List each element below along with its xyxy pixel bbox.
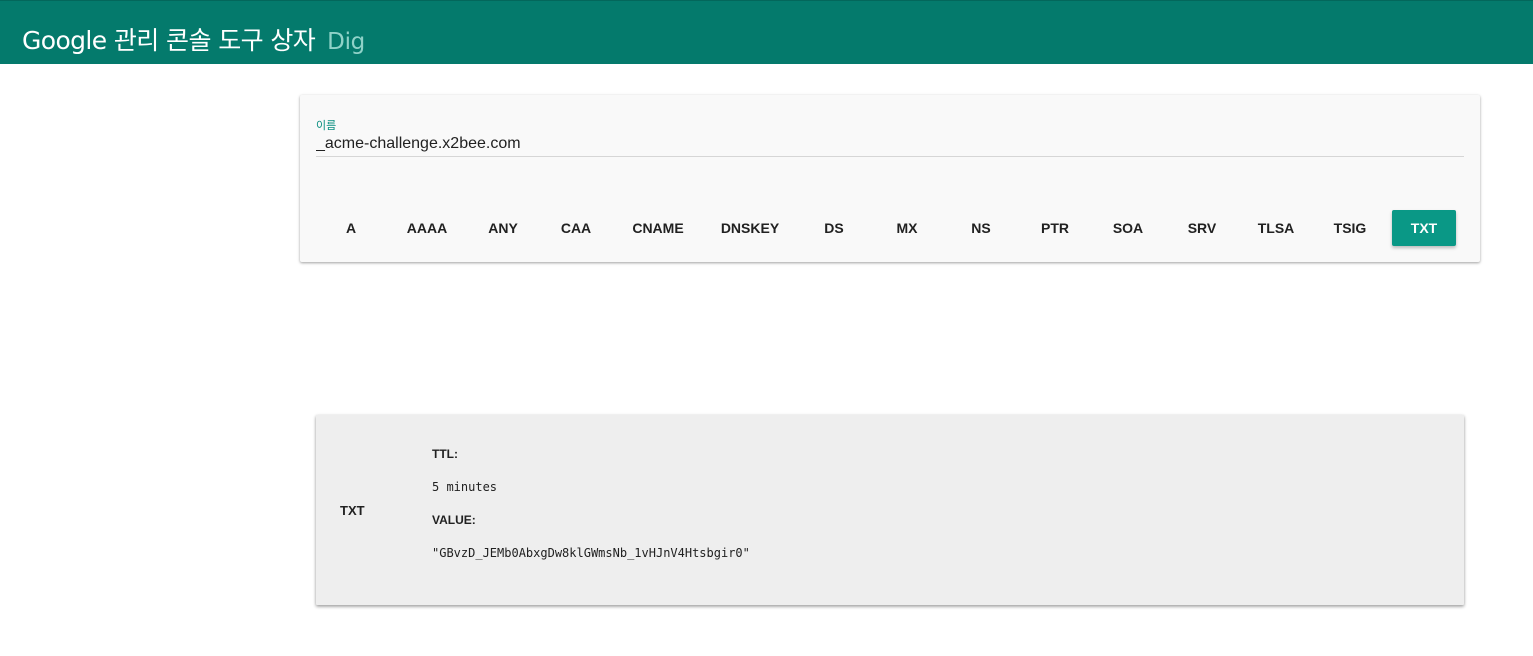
record-type-any-button[interactable]: ANY (468, 210, 538, 246)
result-record-type: TXT (340, 503, 365, 518)
record-type-buttons: A AAAA ANY CAA CNAME DNSKEY DS MX NS PTR… (300, 209, 1480, 247)
value-heading: VALUE: (432, 513, 476, 527)
record-type-caa-button[interactable]: CAA (542, 210, 610, 246)
record-type-txt-button[interactable]: TXT (1392, 210, 1456, 246)
record-type-mx-button[interactable]: MX (873, 210, 941, 246)
record-type-dnskey-button[interactable]: DNSKEY (706, 210, 794, 246)
result-card: TXT TTL: 5 minutes VALUE: "GBvzD_JEMb0Ab… (316, 415, 1464, 605)
name-field[interactable]: 이름 (316, 117, 1464, 157)
name-field-label: 이름 (316, 119, 337, 132)
brand: Google 관리 콘솔 도구 상자 Dig (22, 21, 365, 57)
app-title[interactable]: Google 관리 콘솔 도구 상자 (22, 21, 316, 57)
record-type-ds-button[interactable]: DS (800, 210, 868, 246)
record-type-a-button[interactable]: A (316, 210, 386, 246)
record-type-soa-button[interactable]: SOA (1094, 210, 1162, 246)
ttl-value: 5 minutes (432, 480, 498, 494)
record-value: "GBvzD_JEMb0AbxgDw8klGWmsNb_1vHJnV4Htsbg… (432, 546, 750, 560)
ttl-heading: TTL: (432, 447, 458, 461)
tool-name: Dig (327, 29, 365, 55)
app-header: Google 관리 콘솔 도구 상자 Dig (0, 0, 1533, 64)
record-type-cname-button[interactable]: CNAME (614, 210, 702, 246)
record-type-aaaa-button[interactable]: AAAA (390, 210, 464, 246)
record-type-srv-button[interactable]: SRV (1168, 210, 1236, 246)
record-type-tsig-button[interactable]: TSIG (1316, 210, 1384, 246)
record-type-ptr-button[interactable]: PTR (1020, 210, 1090, 246)
record-type-tlsa-button[interactable]: TLSA (1241, 210, 1311, 246)
query-card: 이름 A AAAA ANY CAA CNAME DNSKEY DS MX NS … (300, 95, 1480, 262)
name-input[interactable] (316, 133, 1464, 155)
record-type-ns-button[interactable]: NS (947, 210, 1015, 246)
